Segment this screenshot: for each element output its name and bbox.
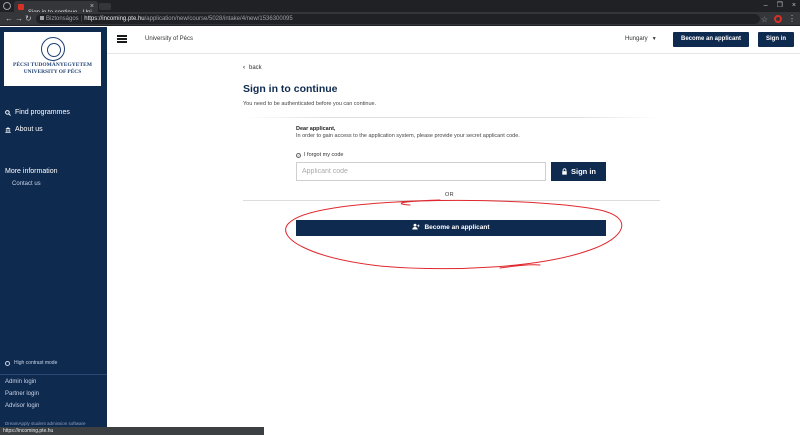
check-circle-icon: ✓ bbox=[296, 152, 301, 158]
chevron-left-icon: ‹ bbox=[243, 65, 245, 71]
logo-line-en: UNIVERSITY OF PÉCS bbox=[23, 69, 82, 75]
sidebar-footer[interactable]: DreamApply student admission software bbox=[5, 421, 86, 426]
greeting: Dear applicant, bbox=[296, 126, 336, 132]
sidebar-item-label: Find programmes bbox=[15, 109, 70, 116]
omnibox-separator: | bbox=[80, 16, 83, 22]
favicon-icon bbox=[18, 4, 24, 10]
header-divider bbox=[107, 53, 800, 54]
minimize-icon[interactable]: – bbox=[764, 0, 768, 12]
forward-arrow-icon[interactable]: → bbox=[15, 12, 23, 26]
sidebar-item-find-programmes[interactable]: Find programmes bbox=[5, 109, 70, 116]
security-label: Biztonságos bbox=[46, 16, 79, 22]
sidebar-item-about-us[interactable]: About us bbox=[5, 126, 43, 133]
browser-tabstrip: Sign in to continue - Uni × – ❐ × bbox=[0, 0, 800, 16]
opera-extension-icon[interactable] bbox=[774, 15, 782, 23]
bookmark-star-icon[interactable]: ☆ bbox=[761, 15, 768, 24]
restore-icon[interactable]: ❐ bbox=[777, 0, 783, 12]
lock-icon bbox=[562, 168, 567, 175]
forgot-code-link[interactable]: ✓ I forgot my code bbox=[296, 152, 343, 158]
lock-icon bbox=[40, 16, 44, 21]
sidebar-item-label: About us bbox=[15, 126, 43, 133]
high-contrast-label: High contrast mode bbox=[14, 360, 58, 366]
sign-in-button[interactable]: Sign in bbox=[551, 162, 606, 181]
toolbar-icons: ☆ ⋮ bbox=[761, 13, 796, 25]
back-link[interactable]: ‹ back bbox=[243, 65, 262, 71]
institution-icon bbox=[5, 126, 11, 133]
high-contrast-toggle[interactable]: High contrast mode bbox=[5, 360, 57, 366]
contrast-icon bbox=[5, 360, 10, 366]
header-title[interactable]: University of Pécs bbox=[145, 36, 193, 42]
become-applicant-button[interactable]: Become an applicant bbox=[296, 220, 606, 236]
logo-line-hu: PÉCSI TUDOMÁNYEGYETEM bbox=[12, 62, 93, 68]
browser-menu-icon[interactable] bbox=[3, 2, 11, 10]
browser-toolbar: ← → ↻ Biztonságos | https://incoming.pte.h… bbox=[0, 12, 800, 26]
country-select-value: Hungary bbox=[625, 36, 648, 42]
hamburger-menu-icon[interactable] bbox=[117, 35, 127, 43]
or-divider bbox=[243, 200, 660, 201]
forgot-code-label: I forgot my code bbox=[304, 152, 344, 158]
country-select[interactable]: Hungary ▼ bbox=[625, 36, 657, 42]
become-applicant-button-label: Become an applicant bbox=[424, 224, 490, 231]
add-user-icon bbox=[412, 223, 421, 230]
red-annotation-circle bbox=[285, 199, 623, 270]
address-bar[interactable]: Biztonságos | https://incoming.pte.hu/appl… bbox=[36, 14, 760, 24]
or-separator-label: OR bbox=[445, 192, 454, 198]
advisor-login-link[interactable]: Advisor login bbox=[5, 403, 39, 409]
search-icon bbox=[5, 109, 11, 116]
reload-icon[interactable]: ↻ bbox=[25, 12, 32, 26]
sidebar-divider bbox=[0, 374, 107, 375]
header-sign-in-button[interactable]: Sign in bbox=[758, 32, 794, 47]
status-bar-url: https://incoming.pte.hu bbox=[0, 427, 264, 435]
tab-close-icon[interactable]: × bbox=[90, 1, 94, 12]
sidebar: PÉCSI TUDOMÁNYEGYETEM UNIVERSITY OF PÉCS… bbox=[0, 27, 107, 435]
section-divider bbox=[243, 117, 660, 118]
page-subtitle: You need to be authenticated before you … bbox=[243, 101, 377, 107]
applicant-code-input[interactable] bbox=[296, 162, 546, 181]
more-menu-icon[interactable]: ⋮ bbox=[788, 13, 796, 25]
partner-login-link[interactable]: Partner login bbox=[5, 391, 39, 397]
back-label: back bbox=[249, 65, 262, 71]
sidebar-item-contact-us[interactable]: Contact us bbox=[12, 181, 41, 187]
university-seal-icon bbox=[40, 37, 65, 61]
page-title: Sign in to continue bbox=[243, 83, 338, 95]
header-become-applicant-button[interactable]: Become an applicant bbox=[673, 32, 749, 47]
close-window-icon[interactable]: × bbox=[792, 0, 796, 12]
caret-down-icon: ▼ bbox=[651, 36, 657, 42]
university-logo[interactable]: PÉCSI TUDOMÁNYEGYETEM UNIVERSITY OF PÉCS bbox=[4, 32, 101, 86]
more-information-heading: More information bbox=[5, 168, 58, 175]
browser-tab[interactable]: Sign in to continue - Uni × bbox=[14, 1, 98, 16]
admin-login-link[interactable]: Admin login bbox=[5, 379, 36, 385]
new-tab-button[interactable] bbox=[99, 3, 111, 10]
back-arrow-icon[interactable]: ← bbox=[5, 12, 13, 26]
instructions: In order to gain access to the applicati… bbox=[296, 133, 520, 139]
url-host: https://incoming.pte.hu bbox=[84, 16, 145, 22]
url-path: /application/new/course/5028/intake/4/ne… bbox=[144, 16, 293, 22]
window-controls: – ❐ × bbox=[764, 0, 796, 12]
sign-in-button-label: Sign in bbox=[571, 167, 596, 176]
